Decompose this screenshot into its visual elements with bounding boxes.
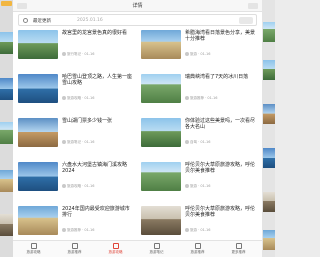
article-title: 故宫里的龙宫景色真的很好看 bbox=[62, 30, 128, 36]
right-neighbor-panel bbox=[262, 0, 275, 257]
article-meta: 旅游 · 01-16 bbox=[185, 228, 256, 233]
thumbnail bbox=[263, 22, 275, 42]
thumbnail bbox=[263, 148, 275, 168]
article-card[interactable]: 你体验过这些美景吗，一次看尽各大名山 自驾 · 01-16 bbox=[141, 118, 256, 148]
article-card[interactable]: 哈巴雪山登顶之路，人生第一座雪山攻略 旅游攻略 · 01-16 bbox=[18, 74, 133, 104]
article-thumbnail bbox=[141, 162, 181, 191]
article-title: 哈巴雪山登顶之路，人生第一座雪山攻略 bbox=[62, 74, 133, 86]
article-meta: 旅游 · 01-16 bbox=[185, 184, 256, 189]
recommend-icon bbox=[71, 243, 78, 249]
brand-logo bbox=[1, 1, 12, 6]
avatar bbox=[62, 52, 66, 56]
article-card[interactable]: 瑞典峡湾看了7天的冰川日落 旅游推荐 · 01-16 bbox=[141, 74, 256, 104]
article-card[interactable]: 故宫里的龙宫景色真的很好看 旅行笔记 · 01-16 bbox=[18, 30, 133, 60]
article-title: 六盘水大河堡古镇海门溪攻略2024 bbox=[62, 162, 128, 174]
filter-date: 2025.01.16 bbox=[77, 18, 103, 23]
recommend-icon bbox=[194, 243, 201, 249]
avatar bbox=[62, 96, 66, 100]
nav-item[interactable]: 旅游推荐 bbox=[177, 241, 218, 257]
article-title: 2024年国内最受欢迎旅游城市排行 bbox=[62, 206, 130, 218]
thumbnail bbox=[263, 192, 275, 212]
thumbnail bbox=[0, 78, 13, 100]
thumbnail bbox=[0, 122, 13, 144]
close-button[interactable] bbox=[248, 3, 258, 9]
notes-icon bbox=[153, 243, 160, 249]
desktop-screen: 详情 最近更新 2025.01.16 故宫里的龙宫景色真的很好看 旅行笔记 · … bbox=[0, 0, 275, 257]
more-icon bbox=[235, 243, 242, 249]
article-thumbnail bbox=[18, 162, 58, 191]
article-title: 雪山湖门票多少钱一张 bbox=[62, 118, 113, 124]
article-meta: 旅行笔记 · 01-16 bbox=[62, 52, 133, 57]
article-thumbnail bbox=[141, 74, 181, 103]
avatar bbox=[185, 184, 189, 188]
article-thumbnail bbox=[18, 206, 58, 235]
article-title: 呼伦贝尔大草原旅游攻略，呼伦贝尔美食推荐 bbox=[185, 162, 256, 174]
window-title: 详情 bbox=[132, 3, 143, 9]
article-title: 希腊海湾看日落景色分享，美景十分推荐 bbox=[185, 30, 256, 42]
article-meta: 自驾 · 01-16 bbox=[185, 140, 256, 145]
article-thumbnail bbox=[141, 30, 181, 59]
nav-item[interactable]: 更多推荐 bbox=[218, 241, 259, 257]
article-thumbnail bbox=[141, 206, 181, 235]
article-meta: 旅游推荐 · 01-16 bbox=[185, 96, 256, 101]
guide-icon bbox=[30, 243, 37, 249]
thumbnail bbox=[263, 60, 275, 80]
article-title: 瑞典峡湾看了7天的冰川日落 bbox=[185, 74, 249, 80]
left-neighbor-panel bbox=[0, 0, 13, 257]
article-card[interactable]: 六盘水大河堡古镇海门溪攻略2024 旅游攻略 · 01-16 bbox=[18, 162, 133, 192]
thumbnail bbox=[263, 230, 275, 250]
article-title: 你体验过这些美景吗，一次看尽各大名山 bbox=[185, 118, 256, 130]
avatar bbox=[62, 184, 66, 188]
article-meta: 旅游笔记 · 01-16 bbox=[62, 140, 133, 145]
avatar bbox=[62, 140, 66, 144]
thumbnail bbox=[0, 214, 13, 236]
article-thumbnail bbox=[18, 118, 58, 147]
article-meta: 旅游推荐 · 01-16 bbox=[62, 228, 133, 233]
back-button[interactable] bbox=[17, 3, 27, 9]
avatar bbox=[185, 52, 189, 56]
nav-item[interactable]: 旅游攻略 bbox=[95, 241, 136, 257]
article-thumbnail bbox=[18, 30, 58, 59]
article-thumbnail bbox=[141, 118, 181, 147]
article-card[interactable]: 雪山湖门票多少钱一张 旅游笔记 · 01-16 bbox=[18, 118, 133, 148]
nav-item[interactable]: 旅游笔记 bbox=[136, 241, 177, 257]
article-list-window: 详情 最近更新 2025.01.16 故宫里的龙宫景色真的很好看 旅行笔记 · … bbox=[13, 0, 262, 257]
article-card[interactable]: 2024年国内最受欢迎旅游城市排行 旅游推荐 · 01-16 bbox=[18, 206, 133, 236]
article-card[interactable]: 呼伦贝尔大草原旅游攻略，呼伦贝尔美食推荐 旅游 · 01-16 bbox=[141, 162, 256, 192]
article-meta: 旅游 · 01-16 bbox=[185, 52, 256, 57]
thumbnail bbox=[263, 104, 275, 124]
filter-label: 最近更新 bbox=[33, 19, 51, 24]
thumbnail bbox=[0, 170, 13, 192]
title-bar: 详情 bbox=[13, 0, 262, 12]
article-card[interactable]: 呼伦贝尔大草原旅游攻略，呼伦贝尔美食推荐 旅游 · 01-16 bbox=[141, 206, 256, 236]
filter-button[interactable] bbox=[239, 17, 253, 24]
nav-item[interactable]: 旅游攻略 bbox=[13, 241, 54, 257]
article-card[interactable]: 希腊海湾看日落景色分享，美景十分推荐 旅游 · 01-16 bbox=[141, 30, 256, 60]
avatar bbox=[185, 96, 189, 100]
article-meta: 旅游攻略 · 01-16 bbox=[62, 96, 133, 101]
bottom-nav: 旅游攻略 旅游推荐 旅游攻略 旅游笔记 旅游推荐 更多推荐 bbox=[13, 240, 262, 257]
thumbnail bbox=[0, 32, 13, 54]
avatar bbox=[62, 228, 66, 232]
avatar bbox=[185, 228, 189, 232]
nav-item[interactable]: 旅游推荐 bbox=[54, 241, 95, 257]
avatar bbox=[185, 140, 189, 144]
search-icon bbox=[23, 18, 28, 23]
article-title: 呼伦贝尔大草原旅游攻略，呼伦贝尔美食推荐 bbox=[185, 206, 256, 218]
article-thumbnail bbox=[18, 74, 58, 103]
guide-icon bbox=[112, 243, 119, 249]
article-meta: 旅游攻略 · 01-16 bbox=[62, 184, 133, 189]
filter-bar[interactable]: 最近更新 2025.01.16 bbox=[18, 14, 257, 26]
